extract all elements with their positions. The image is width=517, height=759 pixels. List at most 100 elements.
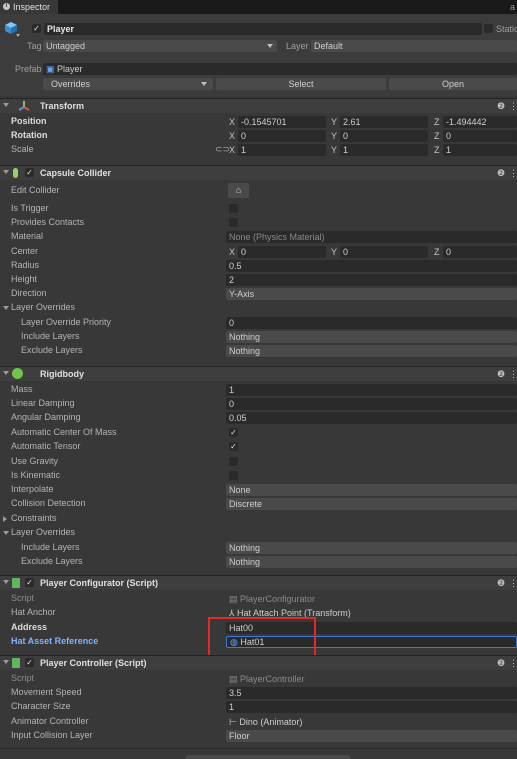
axis-z[interactable]: Z xyxy=(434,144,440,156)
static-checkbox[interactable] xyxy=(484,24,493,33)
scale-z[interactable]: 1 xyxy=(443,144,517,156)
scale-z-value: 1 xyxy=(446,145,452,155)
exclude-layers-label: Exclude Layers xyxy=(21,345,83,355)
settings-icon[interactable]: ⋮ xyxy=(509,101,517,112)
position-x[interactable]: -0.1545701 xyxy=(238,116,326,128)
open-button[interactable]: Open xyxy=(389,78,517,90)
provides-contacts-checkbox[interactable] xyxy=(229,218,238,227)
layer-overrides-row[interactable]: Layer Overrides xyxy=(0,301,517,315)
is-kinematic-label: Is Kinematic xyxy=(11,470,61,480)
axis-z[interactable]: Z xyxy=(434,130,440,142)
axis-x[interactable]: X xyxy=(229,144,235,156)
radius-field[interactable]: 0.5 xyxy=(226,260,517,272)
object-name-field[interactable]: Player xyxy=(44,23,482,35)
select-button[interactable]: Select xyxy=(216,78,386,90)
auto-com-checkbox[interactable]: ✓ xyxy=(229,428,238,437)
rb-layer-overrides-row[interactable]: Layer Overrides xyxy=(0,526,517,540)
rotation-z[interactable]: 0 xyxy=(443,130,517,142)
scale-x[interactable]: 1 xyxy=(238,144,326,156)
linear-damping-field[interactable]: 0 xyxy=(226,398,517,410)
direction-dropdown[interactable]: Y-Axis xyxy=(226,288,517,300)
movement-speed-field[interactable]: 3.5 xyxy=(226,687,517,699)
animator-controller-field[interactable]: ⊢ Dino (Animator) xyxy=(229,716,302,728)
angular-damping-field[interactable]: 0.05 xyxy=(226,412,517,424)
position-y[interactable]: 2.61 xyxy=(340,116,428,128)
layer-value: Default xyxy=(314,41,343,51)
rotation-x[interactable]: 0 xyxy=(238,130,326,142)
radius-row: Radius 0.5 xyxy=(0,259,517,273)
capsule-collider-header[interactable]: ✓ Capsule Collider ❷ ⋮ xyxy=(0,165,517,180)
is-trigger-checkbox[interactable] xyxy=(229,204,238,213)
axis-x[interactable]: X xyxy=(229,130,235,142)
height-field[interactable]: 2 xyxy=(226,274,517,286)
player-configurator-header[interactable]: ✓ Player Configurator (Script) ❷ ⋮ xyxy=(0,575,517,590)
interpolate-dropdown[interactable]: None xyxy=(226,484,517,496)
axis-x[interactable]: X xyxy=(229,116,235,128)
exclude-layers-dropdown[interactable]: Nothing xyxy=(226,345,517,357)
settings-icon[interactable]: ⋮ xyxy=(509,369,517,380)
character-size-field[interactable]: 1 xyxy=(226,701,517,713)
settings-icon[interactable]: ⋮ xyxy=(509,578,517,589)
material-field[interactable]: None (Physics Material) xyxy=(226,231,517,243)
auto-com-row: Automatic Center Of Mass ✓ xyxy=(0,426,517,440)
include-layers-dropdown[interactable]: Nothing xyxy=(226,331,517,343)
scale-y[interactable]: 1 xyxy=(340,144,428,156)
settings-icon[interactable]: ⋮ xyxy=(509,168,517,179)
player-controller-header[interactable]: ✓ Player Controller (Script) ❷ ⋮ xyxy=(0,655,517,670)
help-icon[interactable]: ❷ xyxy=(497,369,505,380)
help-icon[interactable]: ❷ xyxy=(497,578,505,589)
rotation-y[interactable]: 0 xyxy=(340,130,428,142)
component-enabled-checkbox[interactable]: ✓ xyxy=(25,168,34,177)
overrides-dropdown[interactable]: Overrides xyxy=(43,78,213,90)
component-enabled-checkbox[interactable]: ✓ xyxy=(25,658,34,667)
constraints-row[interactable]: Constraints xyxy=(0,512,517,526)
material-value: None (Physics Material) xyxy=(229,232,325,242)
help-icon[interactable]: ❷ xyxy=(497,168,505,179)
priority-field[interactable]: 0 xyxy=(226,317,517,329)
rotation-y-value: 0 xyxy=(343,131,349,141)
is-kinematic-checkbox[interactable] xyxy=(229,471,238,480)
link-icon[interactable]: ⊂⊃ xyxy=(215,144,230,155)
settings-icon[interactable]: ⋮ xyxy=(509,658,517,669)
center-x[interactable]: 0 xyxy=(238,246,326,258)
center-y[interactable]: 0 xyxy=(340,246,428,258)
component-enabled-checkbox[interactable]: ✓ xyxy=(25,578,34,587)
chevron-down-icon[interactable] xyxy=(16,34,20,37)
rb-exclude-layers-dropdown[interactable]: Nothing xyxy=(226,556,517,568)
active-checkbox[interactable]: ✓ xyxy=(32,24,41,33)
position-z-value: -1.494442 xyxy=(446,117,487,127)
add-component-button[interactable] xyxy=(186,755,350,759)
prefab-field[interactable]: ▣ Player xyxy=(43,63,517,75)
axis-y[interactable]: Y xyxy=(331,144,337,156)
axis-y[interactable]: Y xyxy=(331,116,337,128)
rigidbody-header[interactable]: Rigidbody ❷ ⋮ xyxy=(0,366,517,381)
use-gravity-checkbox[interactable] xyxy=(229,457,238,466)
axis-z[interactable]: Z xyxy=(434,116,440,128)
object-name: Player xyxy=(47,24,75,34)
center-z[interactable]: 0 xyxy=(443,246,517,258)
edit-collider-button[interactable]: ⌂ xyxy=(228,183,249,198)
center-y-value: 0 xyxy=(343,247,349,257)
help-icon[interactable]: ❷ xyxy=(497,658,505,669)
input-collision-layer-dropdown[interactable]: Floor xyxy=(226,730,517,742)
collision-detection-value: Discrete xyxy=(229,499,263,509)
axis-x[interactable]: X xyxy=(229,246,235,258)
axis-y[interactable]: Y xyxy=(331,246,337,258)
position-z[interactable]: -1.494442 xyxy=(443,116,517,128)
lock-icon[interactable]: a xyxy=(510,2,515,12)
provides-contacts-row: Provides Contacts xyxy=(0,216,517,230)
auto-com-label: Automatic Center Of Mass xyxy=(11,427,117,437)
layer-dropdown[interactable]: Default xyxy=(311,40,517,52)
rb-include-layers-dropdown[interactable]: Nothing xyxy=(226,542,517,554)
hat-anchor-label: Hat Anchor xyxy=(11,607,56,617)
mass-field[interactable]: 1 xyxy=(226,384,517,396)
collision-detection-dropdown[interactable]: Discrete xyxy=(226,498,517,510)
help-icon[interactable]: ❷ xyxy=(497,101,505,112)
axis-z[interactable]: Z xyxy=(434,246,440,258)
auto-tensor-checkbox[interactable]: ✓ xyxy=(229,442,238,451)
transform-header[interactable]: Transform ❷ ⋮ xyxy=(0,98,517,113)
script-label: Script xyxy=(11,593,35,603)
tab-inspector[interactable]: i Inspector xyxy=(0,0,58,14)
tag-dropdown[interactable]: Untagged xyxy=(43,40,277,52)
axis-y[interactable]: Y xyxy=(331,130,337,142)
